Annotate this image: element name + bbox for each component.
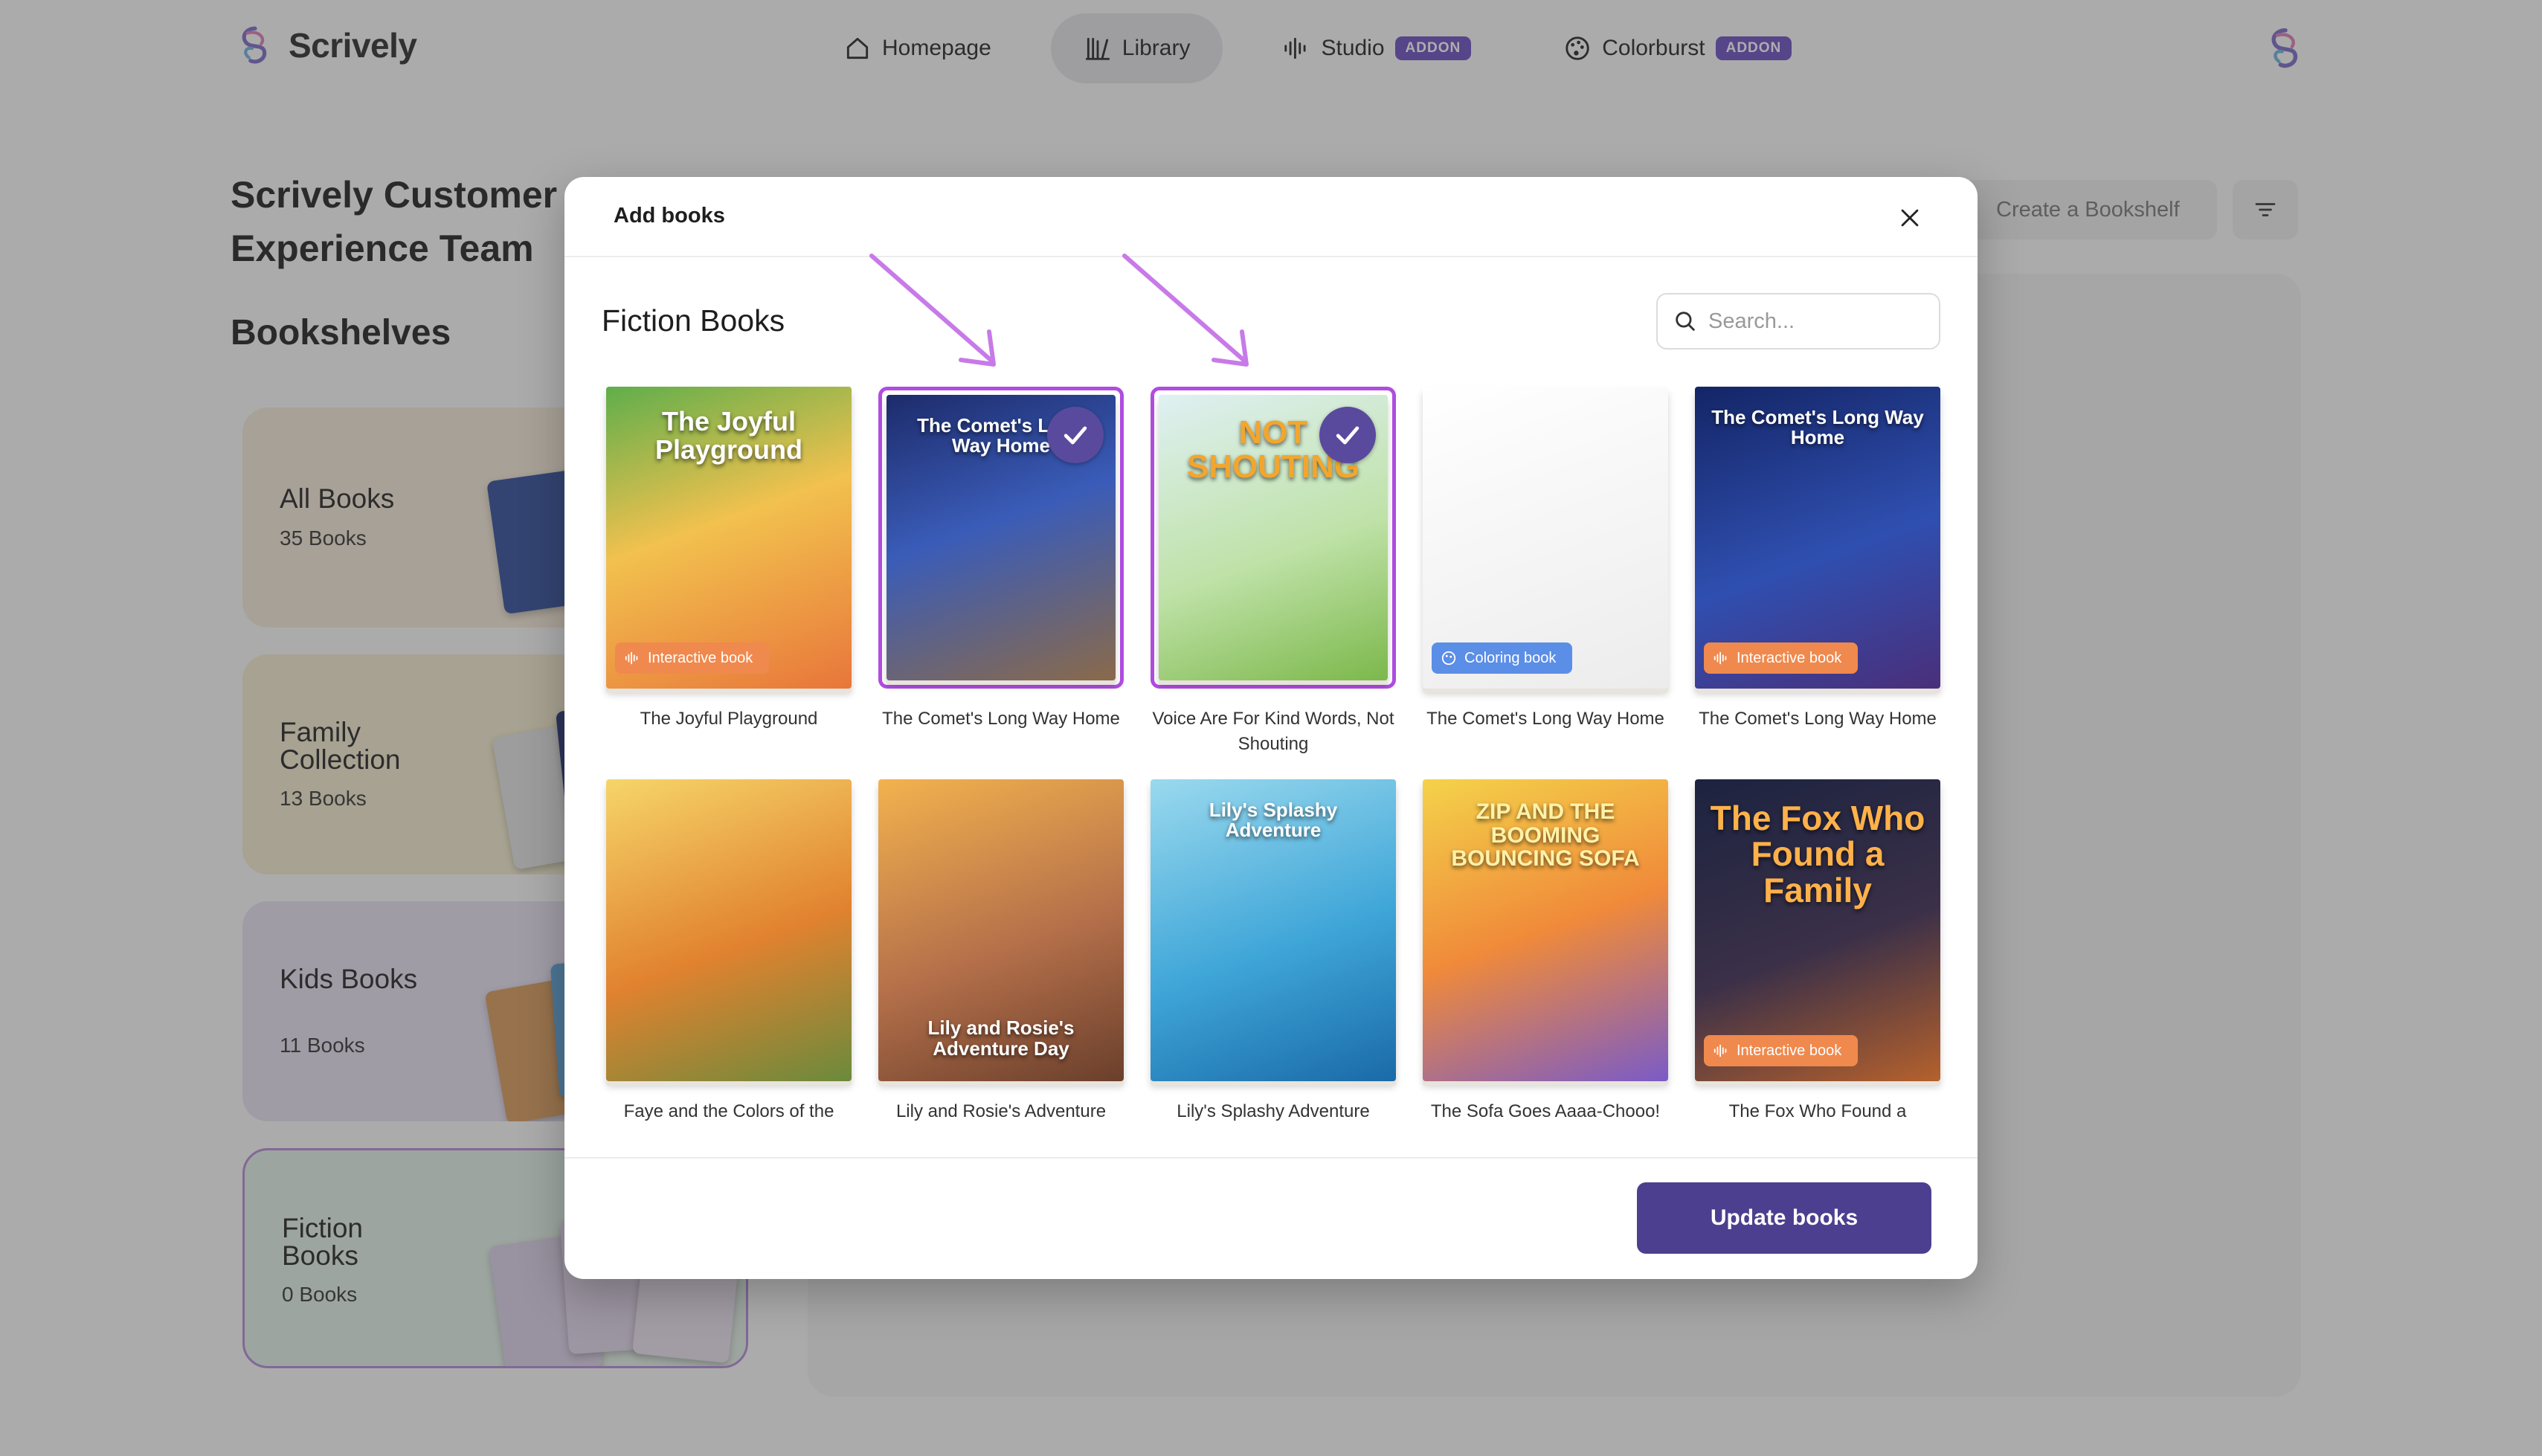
book-cover[interactable]: Lily and Rosie's Adventure Day [878,779,1124,1081]
badge-label: Interactive book [1737,1042,1842,1059]
search-input[interactable] [1708,309,1931,334]
book-cover-frame[interactable]: NOT SHOUTING [1151,387,1396,689]
book-cover-title: The Fox Who Found a Family [1710,799,1925,909]
book-cover-title: The Joyful Playground [654,406,803,465]
book-cover[interactable]: Lily's Splashy Adventure [1151,779,1396,1081]
modal-header: Add books [564,177,1978,257]
selected-check-icon[interactable] [1319,407,1376,463]
book-title: The Joyful Playground [640,709,818,729]
book-title: The Comet's Long Way Home [1426,709,1664,729]
book-title: Voice Are For Kind Words, Not Shouting [1152,709,1394,754]
book-cover-frame[interactable]: ZIP AND THE BOOMING BOUNCING SOFA [1423,779,1668,1081]
interactive-book-badge: Interactive book [615,642,770,674]
close-button[interactable] [1893,201,1927,235]
book-cover[interactable]: ZIP AND THE BOOMING BOUNCING SOFA [1423,779,1668,1081]
book-cover-title: The Comet's Long Way Home [1711,406,1924,449]
annotation-arrow [1122,254,1249,367]
book-cover[interactable]: The Comet's Long Way Home [887,395,1116,680]
interactive-book-badge: Interactive book [1704,642,1859,674]
section-title: Fiction Books [602,303,785,338]
search-icon [1676,312,1695,331]
book-cover[interactable] [606,779,852,1081]
book-title: The Comet's Long Way Home [1699,709,1937,729]
book-cover-frame[interactable]: Coloring book [1423,387,1668,689]
close-icon [1901,209,1919,227]
book-title: The Sofa Goes Aaaa-Chooo! [1430,1101,1661,1121]
book-title: Faye and the Colors of the [623,1101,834,1121]
interactive-book-badge: Interactive book [1704,1035,1859,1066]
audio-wave-icon [1714,651,1727,665]
book-cover[interactable]: The Comet's Long Way Home Interactive boo… [1695,387,1940,689]
add-books-modal: Add books Fiction Books The Joyful Playg… [564,177,1978,1279]
book-cover-frame[interactable]: The Comet's Long Way Home Interactive boo… [1695,387,1940,689]
book-cover-title: Lily's Splashy Adventure [1209,799,1338,842]
book-title: Lily's Splashy Adventure [1177,1101,1370,1121]
book-cover-title: ZIP AND THE BOOMING BOUNCING SOFA [1451,799,1640,871]
badge-label: Interactive book [1737,649,1842,666]
book-cover-frame[interactable]: The Joyful Playground Interactive book [606,387,852,689]
book-cover-title: Lily and Rosie's Adventure Day [927,1017,1075,1060]
badge-label: Coloring book [1464,649,1557,666]
book-cover[interactable]: NOT SHOUTING [1159,395,1388,680]
modal-footer: Update books [564,1157,1978,1279]
palette-icon [1441,651,1456,666]
book-cover-frame[interactable]: The Comet's Long Way Home [878,387,1124,689]
coloring-book-badge: Coloring book [1432,642,1573,674]
annotation-arrow [869,254,996,367]
book-cover-frame[interactable]: The Fox Who Found a Family Interactive bo… [1695,779,1940,1081]
book-cover-frame[interactable] [606,779,852,1081]
book-title: The Comet's Long Way Home [882,709,1120,729]
modal-title: Add books [614,204,725,228]
book-cover[interactable]: The Fox Who Found a Family Interactive bo… [1695,779,1940,1081]
update-books-button[interactable]: Update books [1637,1182,1931,1254]
audio-wave-icon [625,651,638,665]
book-title: Lily and Rosie's Adventure [895,1101,1107,1121]
book-title: The Fox Who Found a [1728,1101,1907,1121]
book-cover[interactable]: The Joyful Playground Interactive book [606,387,852,689]
book-cover-frame[interactable]: Lily's Splashy Adventure [1151,779,1396,1081]
book-cover[interactable]: Coloring book [1423,387,1668,689]
selected-check-icon[interactable] [1047,407,1104,463]
book-cover-frame[interactable]: Lily and Rosie's Adventure Day [878,779,1124,1081]
search-box[interactable] [1656,293,1940,349]
audio-wave-icon [1714,1044,1727,1057]
badge-label: Interactive book [648,649,753,666]
